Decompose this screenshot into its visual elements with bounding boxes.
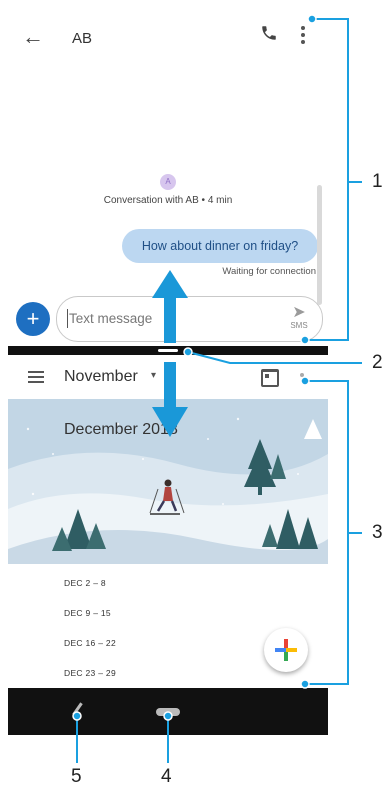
callout-label-3: 3 [372, 522, 383, 543]
callout-label-5: 5 [71, 766, 82, 787]
callout-label-1: 1 [372, 171, 383, 192]
callout-label-2: 2 [372, 352, 383, 373]
callout-overlay [72, 14, 362, 763]
callout-label-4: 4 [161, 766, 172, 787]
resize-arrow-icon [152, 270, 188, 437]
